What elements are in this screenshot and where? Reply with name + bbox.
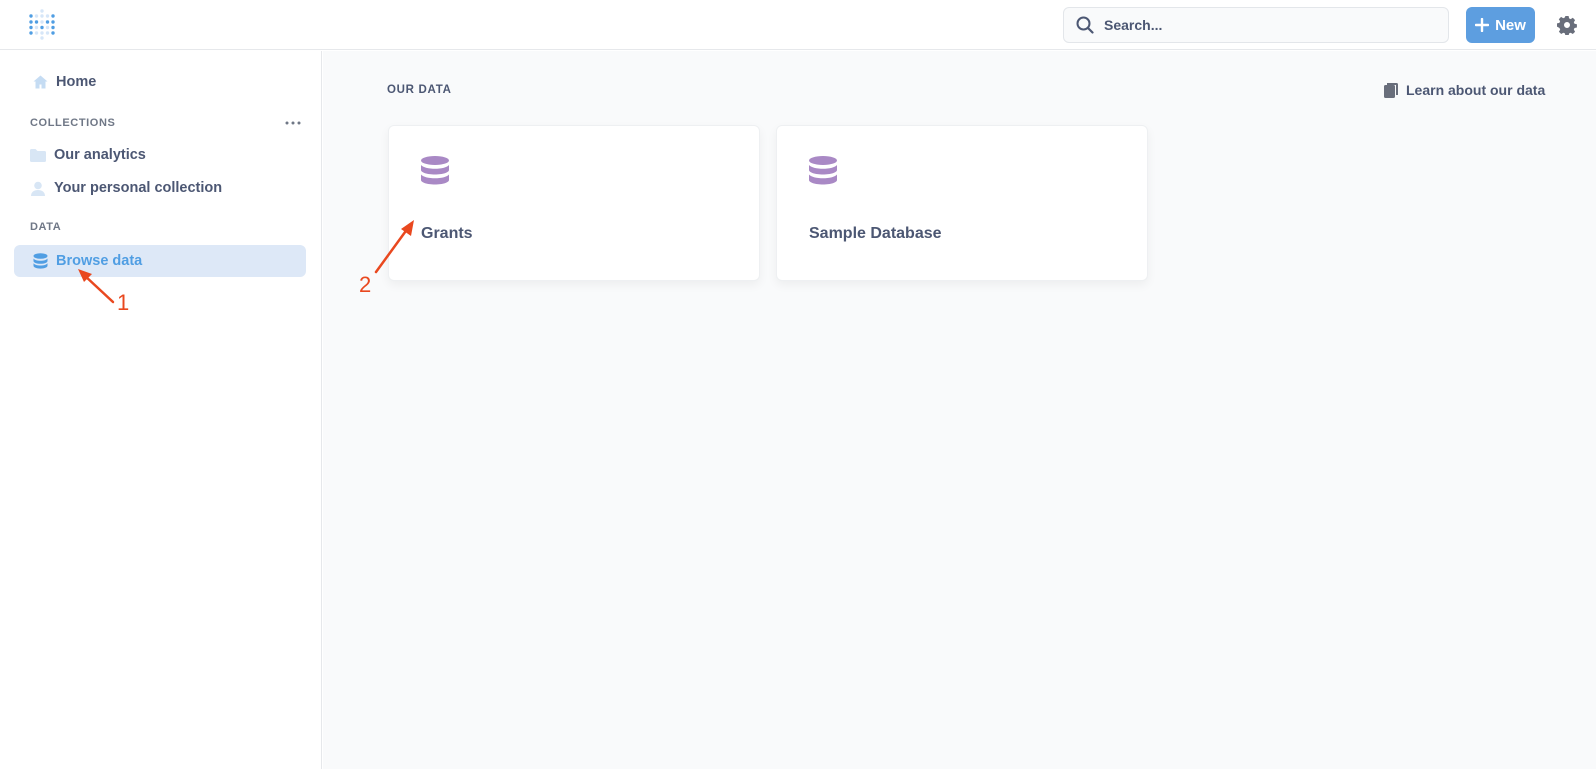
book-icon (1384, 82, 1398, 98)
folder-icon (30, 147, 46, 163)
new-button-label: New (1495, 16, 1526, 34)
new-button[interactable]: New (1466, 7, 1535, 43)
search-icon (1076, 16, 1094, 34)
sidebar-item-label: Browse data (56, 253, 143, 269)
metabase-logo-icon[interactable] (28, 9, 56, 41)
sidebar-item-browse-data[interactable]: Browse data (14, 245, 306, 277)
collections-heading: COLLECTIONS (30, 117, 116, 129)
annotation-label-2: 2 (359, 272, 372, 297)
sidebar-item-our-analytics[interactable]: Our analytics (14, 139, 306, 171)
database-name: Grants (421, 225, 473, 242)
sidebar-item-home[interactable]: Home (14, 66, 306, 98)
database-icon (32, 253, 48, 269)
learn-about-data-link[interactable]: Learn about our data (1384, 82, 1545, 98)
search-placeholder: Search... (1104, 17, 1163, 33)
sidebar-item-personal-collection[interactable]: Your personal collection (14, 172, 306, 204)
database-icon (809, 156, 837, 185)
data-heading: DATA (30, 221, 62, 233)
top-navigation-bar: Search... New (0, 0, 1596, 50)
sidebar-item-label: Home (56, 74, 97, 90)
person-icon (30, 180, 46, 196)
sidebar-item-label: Our analytics (54, 147, 146, 163)
page-title: OUR DATA (387, 84, 452, 96)
home-icon (32, 74, 48, 90)
database-name: Sample Database (809, 225, 942, 242)
annotation-label-1: 1 (117, 290, 130, 315)
learn-about-data-label: Learn about our data (1406, 82, 1546, 98)
database-card-grants[interactable]: Grants (388, 125, 760, 281)
search-input[interactable]: Search... (1063, 7, 1449, 43)
sidebar-item-label: Your personal collection (54, 180, 223, 196)
gear-icon[interactable] (1557, 15, 1577, 35)
main-content: OUR DATA Learn about our data Grants Sam… (323, 51, 1596, 769)
database-card-sample-database[interactable]: Sample Database (776, 125, 1148, 281)
sidebar: Home COLLECTIONS Our analytics Your pers… (0, 51, 322, 769)
more-options-icon[interactable] (284, 120, 302, 126)
database-icon (421, 156, 449, 185)
plus-icon (1475, 18, 1490, 32)
